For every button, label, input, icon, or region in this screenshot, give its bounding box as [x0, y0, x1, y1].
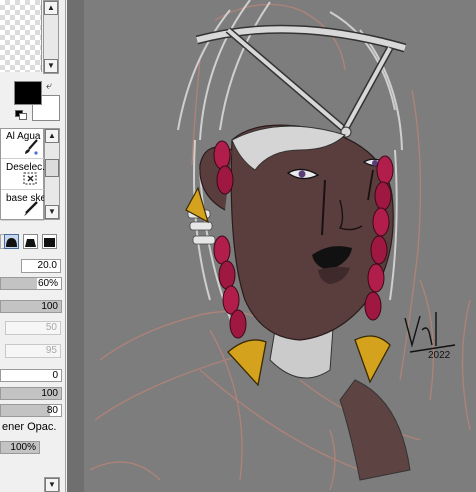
min-size-slider[interactable]: 60%: [0, 277, 62, 290]
tool-item-deselect[interactable]: Deselec.: [1, 160, 45, 190]
slider-b-value: 80: [46, 405, 58, 416]
brush-shape-bevel[interactable]: [23, 234, 38, 249]
scroll-thumb[interactable]: [45, 159, 59, 177]
min-size-value: 60%: [37, 278, 58, 289]
foreground-color[interactable]: [14, 81, 42, 105]
scroll-down-icon[interactable]: ▼: [45, 205, 59, 219]
paint-brush-icon: [25, 139, 38, 155]
tool-list: Al Agua Deselec. base ske: [0, 128, 46, 221]
keep-opacity-slider[interactable]: 100%: [0, 441, 40, 454]
tool-list-scrollbar[interactable]: ▲ ▼: [44, 128, 60, 220]
density-slider[interactable]: 100: [0, 300, 62, 313]
character-illustration: 2022: [89, 0, 471, 491]
panel-scrollbar[interactable]: ▼: [44, 477, 60, 492]
scroll-down-icon[interactable]: ▼: [45, 478, 59, 492]
brush-shape-round[interactable]: [4, 234, 19, 249]
brush-shape-square[interactable]: [42, 234, 57, 249]
swap-colors-icon[interactable]: ⤶: [46, 80, 52, 93]
dilution-field[interactable]: 95: [5, 344, 61, 358]
persistence-value: 0: [52, 370, 58, 381]
slider-a[interactable]: 100: [0, 387, 62, 400]
brush-shape-selector: [0, 234, 62, 250]
persistence-slider[interactable]: 0: [0, 369, 62, 382]
tool-item-watercolor[interactable]: Al Agua: [1, 129, 44, 159]
tool-item-base-sketch[interactable]: base ske: [1, 191, 46, 221]
scroll-down-icon[interactable]: ▼: [44, 59, 58, 73]
deselect-icon: [23, 172, 37, 185]
signature-text: 2022: [428, 350, 451, 361]
scroll-up-icon[interactable]: ▲: [44, 1, 58, 15]
drawing-canvas[interactable]: 2022: [67, 0, 476, 492]
slider-b[interactable]: 80: [0, 404, 62, 417]
slider-a-value: 100: [41, 388, 58, 399]
tool-panel: ▲ ▼ ⤶ Al Agua Deselec. base ske ▲ ▼ 20.0…: [0, 0, 66, 492]
color-swatch-grid[interactable]: [0, 0, 42, 72]
scroll-up-icon[interactable]: ▲: [45, 129, 59, 143]
swatch-scrollbar[interactable]: ▲ ▼: [43, 0, 59, 74]
keep-opacity-value: 100%: [10, 442, 36, 453]
brush-size-field[interactable]: 20.0: [21, 259, 61, 273]
reset-colors-icon[interactable]: [15, 110, 27, 120]
blending-field[interactable]: 50: [5, 321, 61, 335]
keep-opacity-label: ener Opac.: [2, 421, 57, 433]
density-value: 100: [41, 301, 58, 312]
pen-icon: [24, 201, 38, 216]
